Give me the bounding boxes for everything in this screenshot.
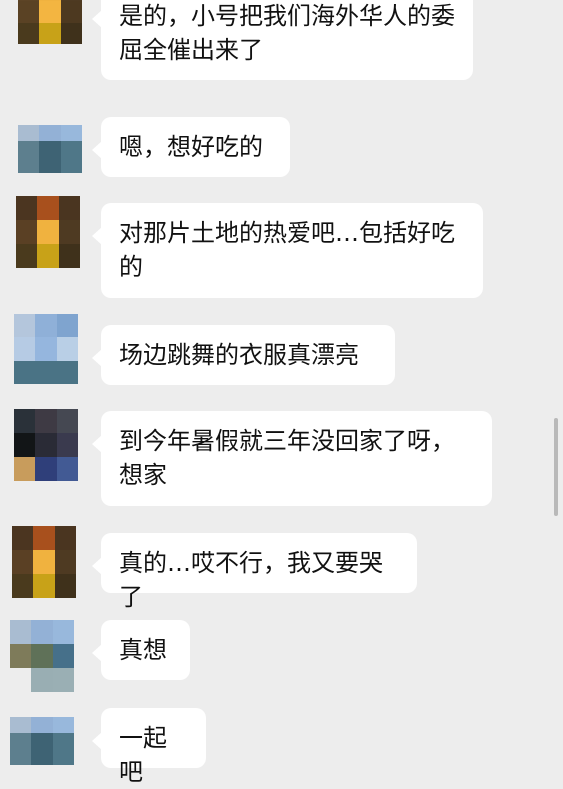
message-text: 到今年暑假就三年没回家了呀，想家 bbox=[119, 427, 455, 489]
message-bubble[interactable]: 到今年暑假就三年没回家了呀，想家 bbox=[92, 411, 492, 506]
message-text: 场边跳舞的衣服真漂亮 bbox=[119, 341, 359, 369]
message-bubble[interactable]: 场边跳舞的衣服真漂亮 bbox=[92, 325, 395, 385]
avatar[interactable] bbox=[14, 314, 78, 384]
message-text: 对那片土地的热爱吧…包括好吃的 bbox=[119, 219, 455, 281]
message-bubble[interactable]: 真的…哎不行，我又要哭了 bbox=[92, 533, 417, 611]
avatar[interactable] bbox=[10, 620, 74, 692]
avatar[interactable] bbox=[10, 717, 74, 765]
message-bubble[interactable]: 嗯，想好吃的 bbox=[92, 117, 290, 177]
message-text: 真的…哎不行，我又要哭了 bbox=[119, 549, 383, 611]
message-text: 嗯，想好吃的 bbox=[119, 133, 263, 161]
scrollbar[interactable] bbox=[554, 418, 558, 516]
avatar[interactable] bbox=[16, 196, 80, 268]
avatar[interactable] bbox=[12, 526, 76, 598]
message-bubble[interactable]: 真想 bbox=[92, 620, 190, 680]
avatar[interactable] bbox=[18, 0, 82, 44]
message-bubble[interactable]: 是的，小号把我们海外华人的委屈全催出来了 bbox=[92, 0, 473, 80]
avatar[interactable] bbox=[14, 409, 78, 481]
message-bubble[interactable]: 对那片土地的热爱吧…包括好吃的 bbox=[92, 203, 483, 298]
avatar[interactable] bbox=[18, 125, 82, 173]
message-text: 是的，小号把我们海外华人的委屈全催出来了 bbox=[119, 2, 455, 64]
message-text: 一起吧 bbox=[119, 724, 167, 786]
chat-message-list[interactable]: 是的，小号把我们海外华人的委屈全催出来了 嗯，想好吃的 对那片土地的热爱吧…包括… bbox=[0, 0, 563, 786]
message-text: 真想 bbox=[119, 636, 167, 664]
message-bubble[interactable]: 一起吧 bbox=[92, 708, 206, 786]
